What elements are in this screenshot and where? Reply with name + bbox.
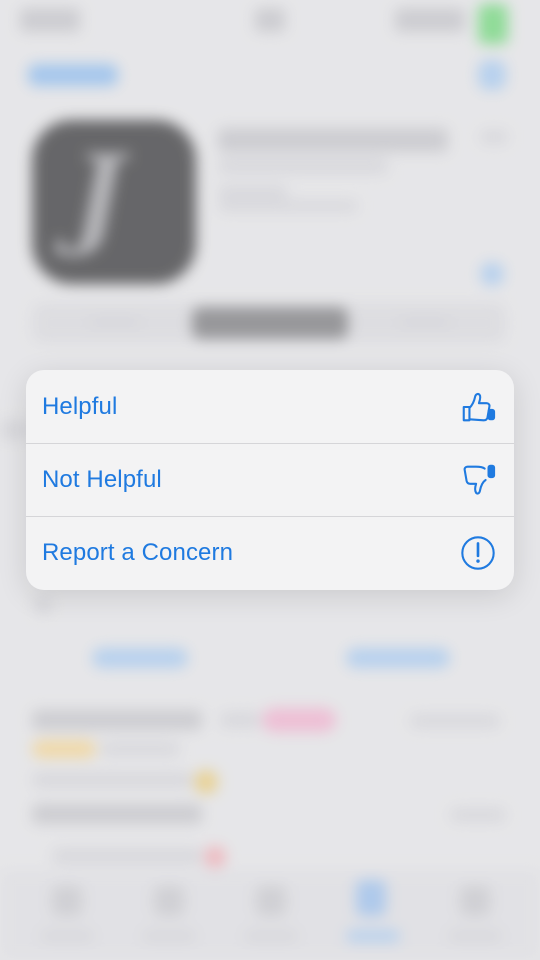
thumbs-up-icon (458, 387, 498, 427)
exclamation-circle-icon (458, 533, 498, 573)
menu-item-not-helpful[interactable]: Not Helpful (26, 443, 514, 516)
menu-item-report-concern[interactable]: Report a Concern (26, 516, 514, 589)
menu-item-helpful[interactable]: Helpful (26, 370, 514, 443)
menu-item-label: Not Helpful (42, 466, 162, 493)
menu-item-label: Report a Concern (42, 539, 234, 566)
thumbs-down-icon (458, 460, 498, 500)
context-menu: Helpful Not Helpful Report a Concern (26, 370, 514, 590)
menu-item-label: Helpful (42, 392, 118, 420)
